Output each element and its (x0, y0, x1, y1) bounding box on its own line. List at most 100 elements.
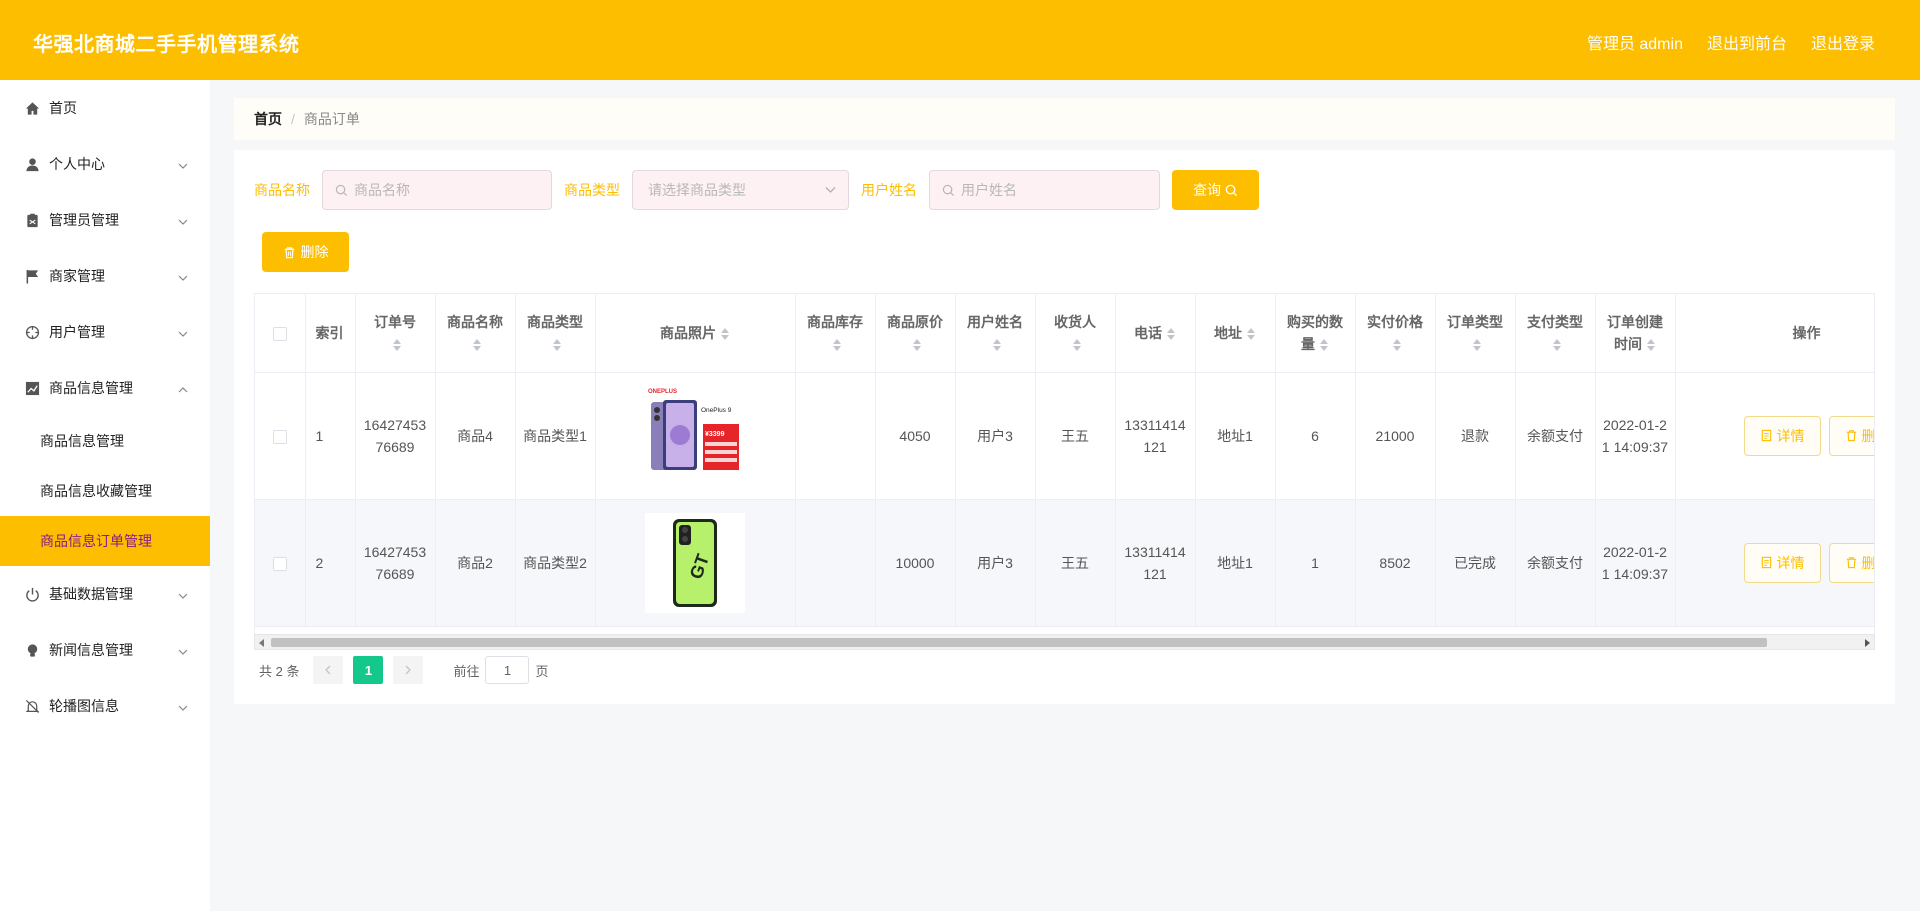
goods-name-input[interactable]: 商品名称 (322, 170, 552, 210)
cell-paid-price: 21000 (1355, 372, 1436, 500)
row-delete-label: 删 (1861, 554, 1875, 571)
sidebar-subitem-goods-info[interactable]: 商品信息管理 (0, 416, 210, 466)
sidebar-item-label: 基础数据管理 (49, 586, 133, 602)
table-row: 1 1642745376689 商品4 商品类型1 ONEPLUS OnePlu… (255, 372, 1874, 500)
col-phone[interactable]: 电话 (1115, 294, 1196, 373)
orders-table: 索引 订单号 商品名称 商品类型 商品照片 商品库存 商品原价 用户姓名 收货人… (255, 294, 1875, 627)
detail-button[interactable]: 详情 (1743, 542, 1821, 583)
prev-page-button[interactable] (313, 656, 344, 684)
col-receiver[interactable]: 收货人 (1035, 294, 1116, 373)
scroll-left-arrow-icon[interactable] (259, 639, 264, 647)
row-delete-button[interactable]: 删 (1828, 542, 1875, 583)
trash-icon (1846, 430, 1856, 442)
select-all-checkbox[interactable] (272, 327, 287, 342)
sidebar-item-basic-data[interactable]: 基础数据管理 (0, 566, 210, 622)
sort-icon[interactable] (1166, 327, 1176, 341)
logout-link[interactable]: 退出登录 (1811, 30, 1875, 54)
cell-created-at: 2022-01-21 14:09:37 (1595, 499, 1676, 627)
col-index-label: 索引 (315, 324, 344, 341)
filter-bar: 商品名称 商品名称 商品类型 请选择商品类型 用户姓名 用户姓名 查询 (254, 170, 1259, 210)
sort-icon[interactable] (392, 338, 402, 352)
sort-icon[interactable] (552, 338, 562, 352)
sort-icon[interactable] (1646, 338, 1656, 352)
scrollbar-thumb[interactable] (271, 638, 1767, 647)
cell-paid-price: 8502 (1355, 499, 1436, 627)
col-pay-type[interactable]: 支付类型 (1515, 294, 1596, 373)
cell-original-price: 4050 (875, 372, 956, 500)
bulk-delete-button[interactable]: 删除 (262, 232, 349, 272)
sort-icon[interactable] (992, 338, 1002, 352)
exit-to-front-link[interactable]: 退出到前台 (1707, 30, 1787, 54)
sidebar-item-goods[interactable]: 商品信息管理 (0, 360, 210, 416)
row-checkbox[interactable] (272, 556, 287, 571)
goods-photo-realme[interactable]: GT (645, 512, 745, 613)
user-name-input[interactable]: 用户姓名 (929, 170, 1160, 210)
goods-name-label: 商品名称 (254, 182, 310, 198)
sort-icon[interactable] (1472, 338, 1482, 352)
user-name-label: 用户姓名 (861, 182, 917, 198)
col-stock[interactable]: 商品库存 (795, 294, 876, 373)
sort-icon[interactable] (1072, 338, 1082, 352)
cell-pay-type: 余额支付 (1515, 499, 1596, 627)
sort-icon[interactable] (832, 338, 842, 352)
sidebar-item-admin[interactable]: 管理员管理 (0, 192, 210, 248)
clipboard-icon (24, 212, 40, 228)
col-address[interactable]: 地址 (1195, 294, 1276, 373)
sort-icon[interactable] (1319, 338, 1329, 352)
sort-icon[interactable] (1246, 327, 1256, 341)
admin-label[interactable]: 管理员 admin (1587, 30, 1683, 54)
page-number-button[interactable]: 1 (353, 656, 384, 684)
sort-icon[interactable] (1552, 338, 1562, 352)
sidebar-item-carousel[interactable]: 轮播图信息 (0, 678, 210, 734)
crosshair-icon (24, 324, 40, 340)
chevron-down-icon (178, 326, 188, 337)
col-original-price[interactable]: 商品原价 (875, 294, 956, 373)
search-icon (335, 184, 348, 196)
sidebar-item-label: 轮播图信息 (49, 698, 119, 714)
col-goods-name-label: 商品名称 (447, 313, 503, 330)
sidebar-item-news[interactable]: 新闻信息管理 (0, 622, 210, 678)
sort-icon[interactable] (720, 327, 730, 341)
cell-stock (795, 372, 876, 500)
breadcrumb-home[interactable]: 首页 (254, 109, 282, 129)
sidebar-item-profile[interactable]: 个人中心 (0, 136, 210, 192)
col-goods-type[interactable]: 商品类型 (515, 294, 596, 373)
col-user-name[interactable]: 用户姓名 (955, 294, 1036, 373)
goto-page-input[interactable] (485, 656, 530, 684)
cell-goods-photo: ONEPLUS OnePlus 9 ¥3399 (595, 372, 796, 500)
col-created-at[interactable]: 订单创建时间 (1595, 294, 1676, 373)
detail-button[interactable]: 详情 (1743, 415, 1821, 456)
bulk-delete-label: 删除 (300, 244, 329, 260)
sort-icon[interactable] (1392, 338, 1402, 352)
scroll-right-arrow-icon[interactable] (1865, 639, 1870, 647)
sidebar-subitem-goods-orders[interactable]: 商品信息订单管理 (0, 516, 210, 566)
next-page-button[interactable] (393, 656, 424, 684)
sidebar-item-users[interactable]: 用户管理 (0, 304, 210, 360)
sort-icon[interactable] (472, 338, 482, 352)
col-index: 索引 (305, 294, 356, 373)
cell-goods-name: 商品2 (435, 499, 516, 627)
col-order-type[interactable]: 订单类型 (1435, 294, 1516, 373)
col-quantity[interactable]: 购买的数量 (1275, 294, 1356, 373)
col-goods-photo[interactable]: 商品照片 (595, 294, 796, 373)
sidebar-item-home[interactable]: 首页 (0, 80, 210, 136)
sort-icon[interactable] (912, 338, 922, 352)
col-goods-name[interactable]: 商品名称 (435, 294, 516, 373)
detail-button-label: 详情 (1776, 554, 1805, 571)
goods-type-select[interactable]: 请选择商品类型 (632, 170, 849, 210)
row-select-cell (255, 499, 306, 627)
row-delete-button[interactable]: 删 (1828, 415, 1874, 456)
row-checkbox[interactable] (272, 429, 287, 444)
goods-photo-oneplus[interactable]: ONEPLUS OnePlus 9 ¥3399 (645, 386, 745, 486)
query-button-label: 查询 (1193, 182, 1221, 198)
cell-original-price: 10000 (875, 499, 956, 627)
query-button[interactable]: 查询 (1172, 170, 1259, 210)
col-paid-price[interactable]: 实付价格 (1355, 294, 1436, 373)
sidebar-subitem-goods-favorites[interactable]: 商品信息收藏管理 (0, 466, 210, 516)
sidebar-item-merchant[interactable]: 商家管理 (0, 248, 210, 304)
chevron-right-icon (406, 665, 412, 675)
col-order-no[interactable]: 订单号 (355, 294, 436, 373)
pagination: 共 2 条 1 前往 页 (259, 656, 549, 684)
col-stock-label: 商品库存 (807, 313, 863, 330)
horizontal-scrollbar[interactable] (254, 634, 1875, 650)
